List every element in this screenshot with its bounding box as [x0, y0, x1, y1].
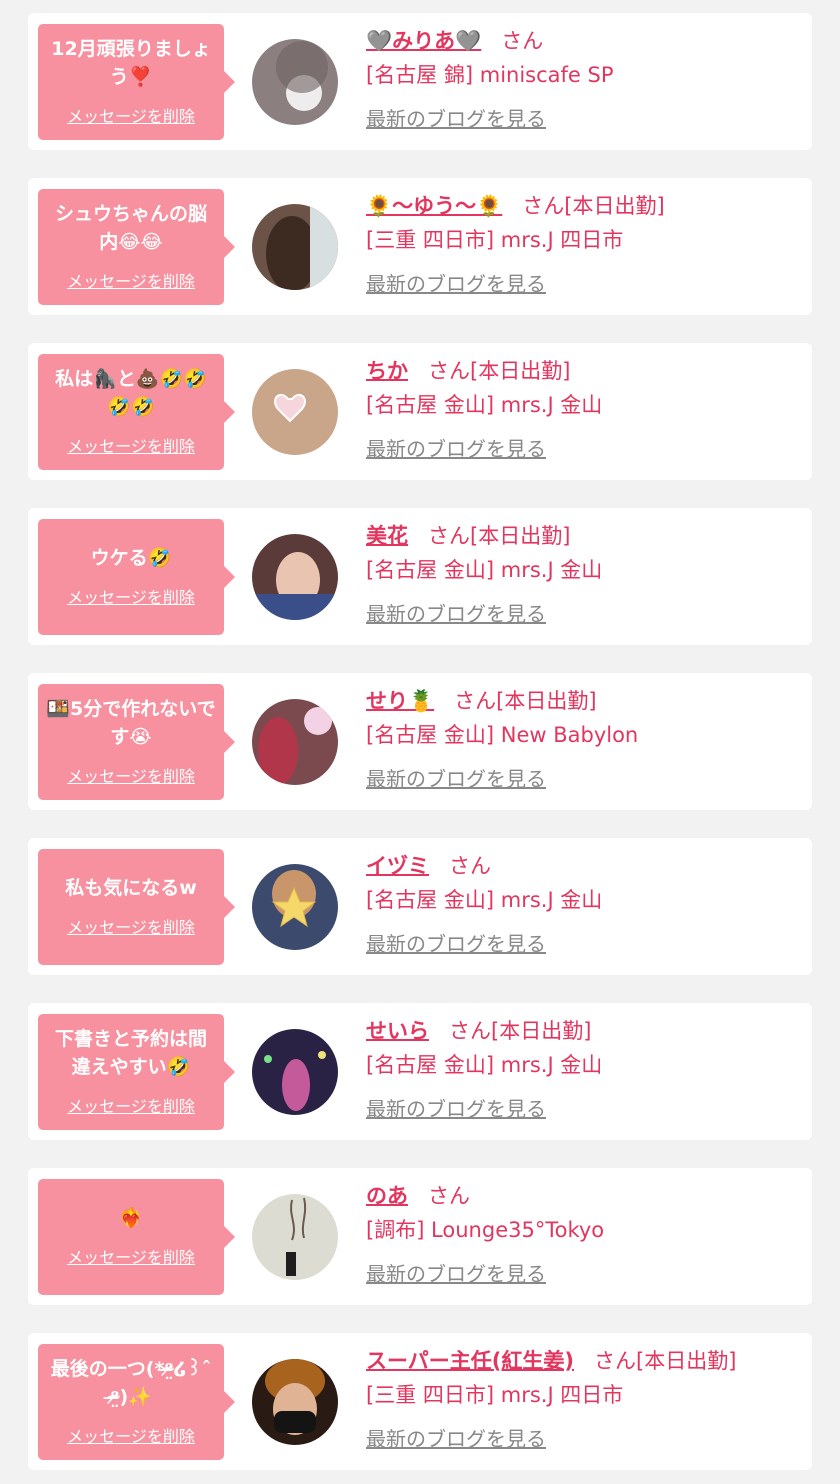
message-text: 下書きと予約は間違えやすい🤣 — [54, 1028, 207, 1078]
user-suffix: さん — [428, 1184, 470, 1208]
latest-blog-link[interactable]: 最新のブログを見る — [366, 268, 546, 297]
user-name-link[interactable]: イヅミ — [366, 850, 429, 880]
message-bubble: 最後の一つ(*ᵒ̴̶̷̤໒꒱ˆ ᵒ̴̶̷̤)✨ メッセージを削除 — [38, 1344, 235, 1460]
message-text: 最後の一つ(*ᵒ̴̶̷̤໒꒱ˆ ᵒ̴̶̷̤)✨ — [50, 1358, 212, 1408]
list-item: 12月頑張りましょう❣️ メッセージを削除 🩶みりあ🩶 さん [名古屋 錦] m… — [28, 13, 812, 150]
message-bubble: 12月頑張りましょう❣️ メッセージを削除 — [38, 24, 235, 140]
avatar-image — [252, 699, 338, 785]
user-suffix: さん[本日出勤] — [594, 1349, 737, 1373]
avatar[interactable] — [252, 369, 338, 455]
shop-label: [調布] Lounge35°Tokyo — [366, 1218, 605, 1242]
user-name-link[interactable]: せいら — [366, 1015, 429, 1045]
list-item: 下書きと予約は間違えやすい🤣 メッセージを削除 せいら さん[本日出勤] [名古… — [28, 1003, 812, 1140]
avatar[interactable] — [252, 1359, 338, 1445]
avatar[interactable] — [252, 534, 338, 620]
latest-blog-link[interactable]: 最新のブログを見る — [366, 598, 546, 627]
avatar-image — [252, 1194, 338, 1280]
latest-blog-link[interactable]: 最新のブログを見る — [366, 103, 546, 132]
user-name-link[interactable]: 🩶みりあ🩶 — [366, 25, 481, 55]
avatar[interactable] — [252, 1194, 338, 1280]
user-suffix: さん[本日出勤] — [428, 359, 571, 383]
avatar[interactable] — [252, 864, 338, 950]
avatar-image — [252, 1029, 338, 1115]
message-bubble: 🍱5分で作れないです😭 メッセージを削除 — [38, 684, 235, 800]
message-text: シュウちゃんの脳内😂😂 — [54, 203, 207, 253]
avatar[interactable] — [252, 1029, 338, 1115]
user-suffix: さん[本日出勤] — [522, 194, 665, 218]
shop-label: [三重 四日市] mrs.J 四日市 — [366, 1383, 624, 1407]
delete-message-link[interactable]: メッセージを削除 — [67, 1093, 195, 1117]
avatar-image — [252, 1359, 338, 1445]
avatar[interactable] — [252, 204, 338, 290]
user-suffix: さん — [449, 854, 491, 878]
latest-blog-link[interactable]: 最新のブログを見る — [366, 1258, 546, 1287]
message-text: 私は🦍と💩🤣🤣🤣🤣 — [55, 368, 207, 418]
shop-label: [名古屋 金山] mrs.J 金山 — [366, 558, 603, 582]
message-bubble: シュウちゃんの脳内😂😂 メッセージを削除 — [38, 189, 235, 305]
list-item: 私は🦍と💩🤣🤣🤣🤣 メッセージを削除 ちか さん[本日出勤] [名古屋 金山] … — [28, 343, 812, 480]
user-name-link[interactable]: 🌻〜ゆう〜🌻 — [366, 190, 502, 220]
shop-label: [三重 四日市] mrs.J 四日市 — [366, 228, 624, 252]
shop-label: [名古屋 金山] New Babylon — [366, 723, 639, 747]
avatar-image — [252, 864, 338, 950]
user-name-link[interactable]: のあ — [366, 1180, 408, 1210]
user-name-link[interactable]: ちか — [366, 355, 408, 385]
avatar-image — [252, 369, 338, 455]
delete-message-link[interactable]: メッセージを削除 — [67, 268, 195, 292]
message-bubble: 私は🦍と💩🤣🤣🤣🤣 メッセージを削除 — [38, 354, 235, 470]
delete-message-link[interactable]: メッセージを削除 — [67, 1244, 195, 1268]
message-bubble: ❤️‍🔥 メッセージを削除 — [38, 1179, 235, 1295]
list-item: ❤️‍🔥 メッセージを削除 のあ さん [調布] Lounge35°Tokyo … — [28, 1168, 812, 1305]
user-name-link[interactable]: 美花 — [366, 520, 408, 550]
shop-label: [名古屋 金山] mrs.J 金山 — [366, 393, 603, 417]
message-list: 12月頑張りましょう❣️ メッセージを削除 🩶みりあ🩶 さん [名古屋 錦] m… — [0, 0, 840, 1484]
latest-blog-link[interactable]: 最新のブログを見る — [366, 1093, 546, 1122]
avatar[interactable] — [252, 39, 338, 125]
shop-label: [名古屋 金山] mrs.J 金山 — [366, 1053, 603, 1077]
list-item: 🍱5分で作れないです😭 メッセージを削除 せり🍍 さん[本日出勤] [名古屋 金… — [28, 673, 812, 810]
user-suffix: さん[本日出勤] — [428, 524, 571, 548]
latest-blog-link[interactable]: 最新のブログを見る — [366, 1423, 546, 1452]
list-item: 私も気になるw メッセージを削除 イヅミ さん [名古屋 金山] mrs.J 金… — [28, 838, 812, 975]
delete-message-link[interactable]: メッセージを削除 — [67, 584, 195, 608]
user-suffix: さん[本日出勤] — [449, 1019, 592, 1043]
delete-message-link[interactable]: メッセージを削除 — [67, 433, 195, 457]
message-bubble: ウケる🤣 メッセージを削除 — [38, 519, 235, 635]
message-text: 🍱5分で作れないです😭 — [46, 698, 216, 748]
user-suffix: さん — [501, 29, 544, 53]
shop-label: [名古屋 金山] mrs.J 金山 — [366, 888, 603, 912]
user-suffix: さん[本日出勤] — [454, 689, 597, 713]
latest-blog-link[interactable]: 最新のブログを見る — [366, 763, 546, 792]
delete-message-link[interactable]: メッセージを削除 — [67, 103, 195, 127]
delete-message-link[interactable]: メッセージを削除 — [67, 914, 195, 938]
avatar[interactable] — [252, 699, 338, 785]
user-name-link[interactable]: せり🍍 — [366, 685, 434, 715]
list-item: シュウちゃんの脳内😂😂 メッセージを削除 🌻〜ゆう〜🌻 さん[本日出勤] [三重… — [28, 178, 812, 315]
message-text: 私も気になるw — [65, 877, 197, 899]
latest-blog-link[interactable]: 最新のブログを見る — [366, 928, 546, 957]
message-text: 12月頑張りましょう❣️ — [51, 38, 211, 88]
delete-message-link[interactable]: メッセージを削除 — [67, 1423, 195, 1447]
avatar-image — [252, 204, 338, 290]
delete-message-link[interactable]: メッセージを削除 — [67, 763, 195, 787]
message-text: ウケる🤣 — [90, 547, 172, 569]
list-item: ウケる🤣 メッセージを削除 美花 さん[本日出勤] [名古屋 金山] mrs.J… — [28, 508, 812, 645]
list-item: 最後の一つ(*ᵒ̴̶̷̤໒꒱ˆ ᵒ̴̶̷̤)✨ メッセージを削除 スーパー主任(… — [28, 1333, 812, 1470]
shop-label: [名古屋 錦] miniscafe SP — [366, 63, 614, 87]
message-bubble: 私も気になるw メッセージを削除 — [38, 849, 235, 965]
message-bubble: 下書きと予約は間違えやすい🤣 メッセージを削除 — [38, 1014, 235, 1130]
latest-blog-link[interactable]: 最新のブログを見る — [366, 433, 546, 462]
avatar-image — [252, 534, 338, 620]
avatar-image — [252, 39, 338, 125]
message-text: ❤️‍🔥 — [119, 1207, 143, 1229]
user-name-link[interactable]: スーパー主任(紅生姜) — [366, 1345, 574, 1375]
